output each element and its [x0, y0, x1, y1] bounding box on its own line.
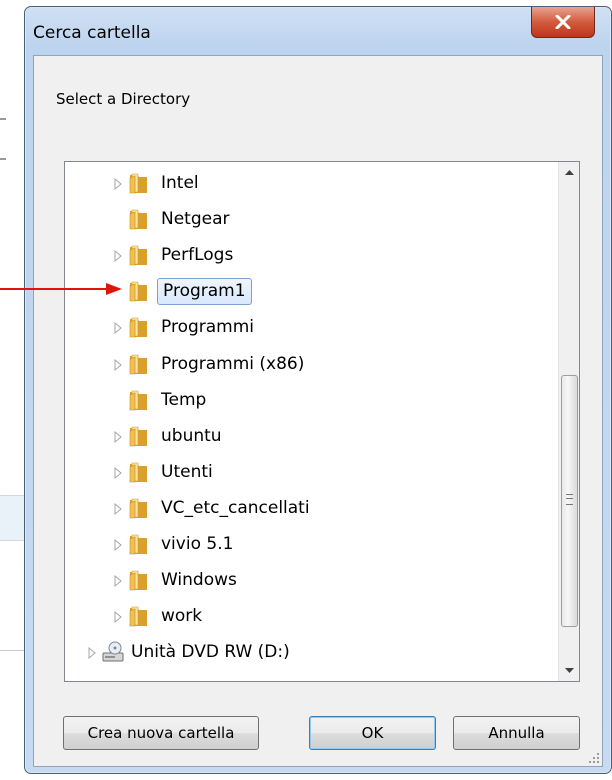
dvd-drive-icon [102, 641, 124, 662]
tree-item[interactable]: Intel [65, 166, 558, 202]
scroll-up-button[interactable] [559, 162, 579, 182]
annotation-arrow [0, 283, 122, 295]
expand-arrow-icon[interactable] [113, 575, 123, 588]
tree-item-label: Utenti [161, 461, 213, 482]
scroll-down-button[interactable] [559, 661, 579, 681]
folder-icon [129, 606, 147, 627]
tree-item-label: Unità DVD RW (D:) [131, 642, 290, 663]
tree-items: Intel Netgear PerfLogs Program1 Programmi Pro… [65, 162, 558, 681]
tree-item[interactable]: PerfLogs [65, 238, 558, 274]
tree-item[interactable]: Programmi (x86) [65, 347, 558, 383]
folder-icon [129, 245, 147, 266]
tree-item-label: work [161, 606, 203, 627]
scroll-up-arrow-icon [564, 170, 574, 175]
background-edge-mark [0, 158, 6, 160]
tree-item-label: Programmi [161, 317, 255, 338]
tree-item-label: Temp [161, 389, 207, 410]
scroll-down-arrow-icon [564, 668, 574, 673]
ok-button[interactable]: OK [309, 716, 436, 750]
tree-item[interactable]: Temp [65, 383, 558, 419]
prompt-label: Select a Directory [56, 90, 191, 108]
title-bar[interactable]: Cerca cartella [25, 7, 611, 57]
tree-item-label: PerfLogs [161, 245, 234, 266]
background-divider [0, 650, 24, 651]
resize-grip-icon[interactable] [588, 752, 600, 764]
tree-item[interactable]: Utenti [65, 455, 558, 491]
expand-arrow-icon[interactable] [113, 430, 123, 443]
expand-arrow-icon[interactable] [113, 358, 123, 371]
tree-item-label: Windows [161, 570, 237, 591]
close-button[interactable] [531, 7, 595, 38]
folder-icon [129, 426, 147, 446]
folder-icon [129, 570, 147, 591]
folder-icon [129, 209, 147, 230]
tree-item[interactable]: work [65, 599, 558, 635]
tree-item[interactable]: Windows [65, 563, 558, 599]
expand-arrow-icon[interactable] [113, 178, 123, 190]
folder-tree[interactable]: Intel Netgear PerfLogs Program1 Programmi Pro… [64, 161, 580, 682]
folder-icon [129, 173, 147, 194]
cancel-button[interactable]: Annulla [453, 716, 580, 750]
tree-item[interactable]: Netgear [65, 202, 558, 238]
tree-item-label: VC_etc_cancellati [161, 497, 310, 518]
close-icon [555, 15, 571, 29]
tree-item[interactable]: Program1 [65, 274, 558, 310]
expand-arrow-icon[interactable] [113, 250, 123, 263]
folder-icon [129, 462, 147, 483]
folder-icon [129, 281, 147, 302]
scroll-grip-icon [566, 494, 573, 505]
tree-item-label: vivio 5.1 [161, 534, 234, 554]
background-window [0, 0, 26, 780]
tree-item-label: Intel [161, 173, 199, 193]
expand-arrow-icon[interactable] [113, 466, 123, 479]
scroll-thumb[interactable] [561, 375, 578, 627]
tree-item[interactable]: Unità DVD RW (D:) [65, 635, 558, 671]
folder-icon [129, 390, 147, 410]
expand-arrow-icon[interactable] [113, 611, 123, 624]
expand-arrow-icon[interactable] [113, 502, 123, 515]
tree-item[interactable]: Programmi [65, 310, 558, 346]
expand-arrow-icon[interactable] [113, 539, 123, 551]
folder-icon [129, 354, 147, 374]
tree-item-label: Program1 [157, 278, 252, 306]
new-folder-button[interactable]: Crea nuova cartella [63, 716, 259, 750]
tree-item[interactable]: vivio 5.1 [65, 527, 558, 563]
dialog-title: Cerca cartella [33, 23, 151, 43]
tree-item[interactable]: VC_etc_cancellati [65, 491, 558, 527]
browse-folder-dialog: Cerca cartella Select a Directory Intel N… [24, 6, 612, 774]
tree-item-label: ubuntu [161, 425, 222, 446]
folder-icon [129, 318, 147, 338]
tree-item-label: Netgear [161, 209, 230, 230]
expand-arrow-icon[interactable] [113, 322, 123, 335]
folder-icon [129, 534, 147, 555]
tree-item-label: Programmi (x86) [161, 353, 305, 374]
vertical-scrollbar[interactable] [558, 162, 579, 681]
folder-icon [129, 498, 147, 519]
background-edge-mark [0, 118, 6, 120]
expand-arrow-icon[interactable] [87, 647, 97, 660]
tree-item[interactable]: ubuntu [65, 419, 558, 455]
dialog-client-area: Select a Directory Intel Netgear PerfLogs P… [33, 55, 603, 767]
